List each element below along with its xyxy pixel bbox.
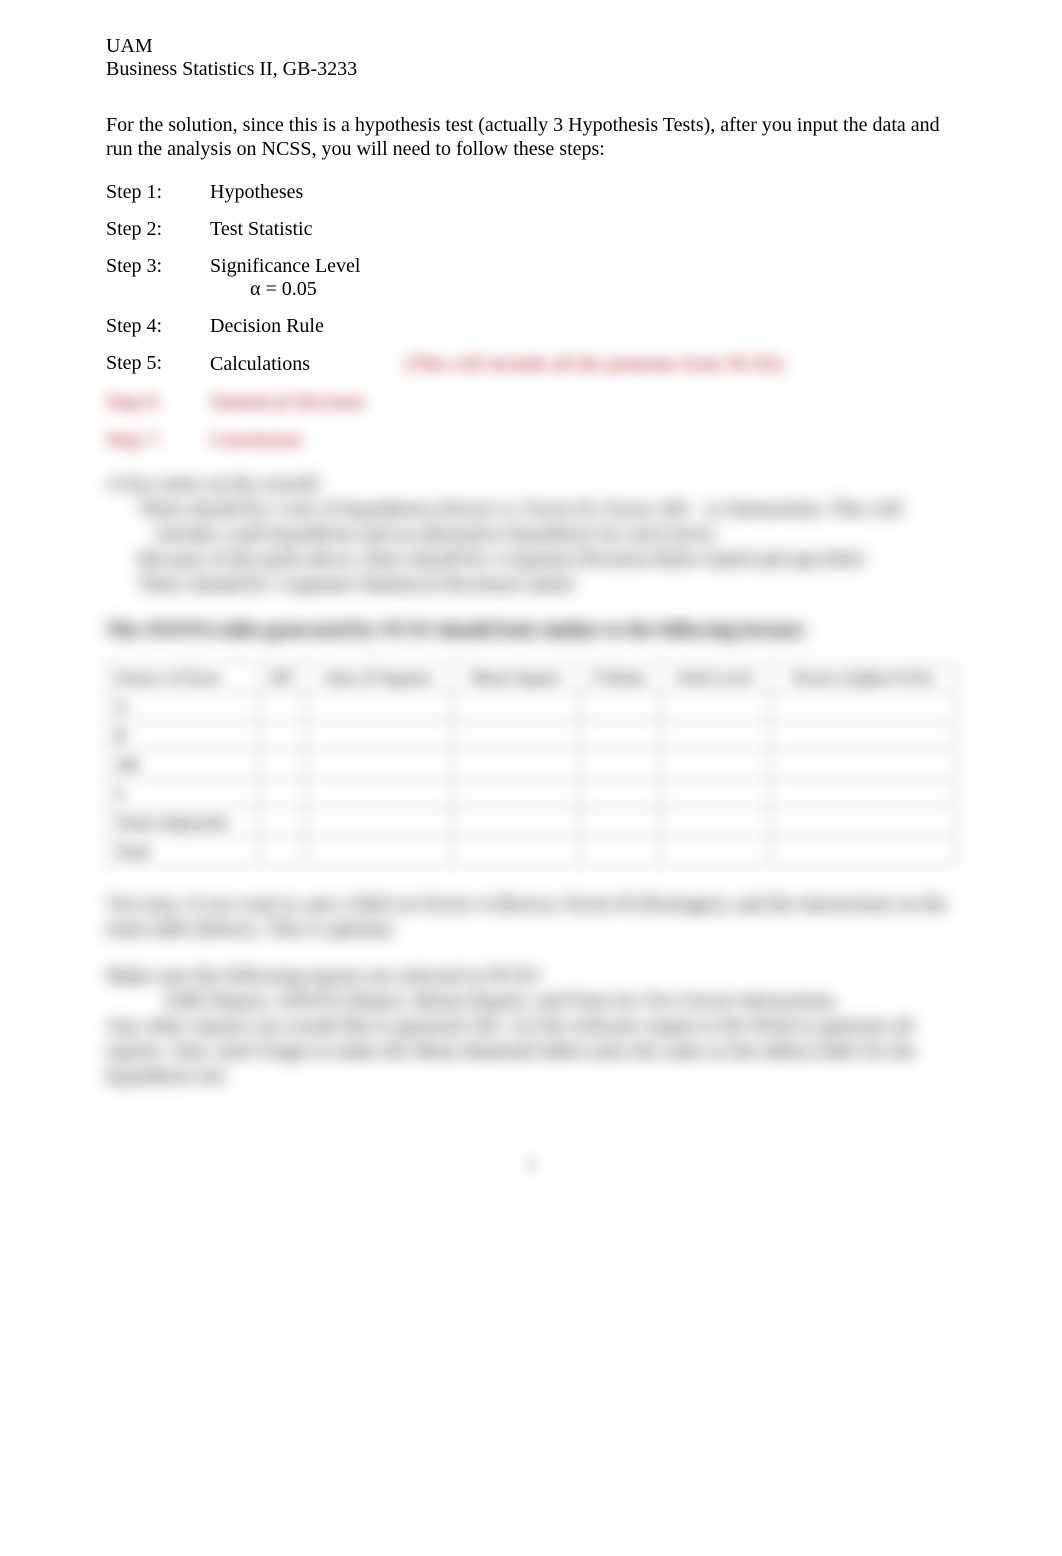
cell — [305, 721, 453, 750]
cell — [259, 750, 305, 779]
notes-title: A few notes on the overall: — [106, 472, 956, 497]
table-row: B — [107, 721, 956, 750]
table-row: A — [107, 692, 956, 721]
col-header: Prob Level — [661, 663, 770, 692]
cell — [770, 692, 956, 721]
cell — [770, 837, 956, 866]
cell — [259, 721, 305, 750]
table-header-row: Source of Error DF Sum of Squares Mean S… — [107, 663, 956, 692]
cell — [452, 750, 579, 779]
cell — [259, 692, 305, 721]
note-item: There should be 3 sets of hypotheses (Fa… — [156, 497, 956, 547]
step-label: Step 6: — [106, 390, 210, 414]
steps-list: Step 1: Hypotheses Step 2: Test Statisti… — [106, 181, 956, 452]
cell — [452, 808, 579, 837]
step-value: Hypotheses — [210, 181, 956, 204]
step-value: Significance Level α = 0.05 — [210, 255, 956, 301]
page-number: 2 — [0, 1153, 1062, 1176]
cell — [579, 808, 661, 837]
institution-name: UAM — [106, 35, 956, 58]
table-row: S — [107, 779, 956, 808]
cell — [305, 779, 453, 808]
step-label: Step 3: — [106, 255, 210, 301]
step-label: Step 2: — [106, 218, 210, 241]
row-label: Total — [107, 837, 259, 866]
table-row: AB — [107, 750, 956, 779]
cell — [661, 692, 770, 721]
cell — [452, 692, 579, 721]
cell — [579, 779, 661, 808]
cell — [770, 808, 956, 837]
step-note: (This will include all the printouts fro… — [405, 352, 783, 376]
cell — [452, 779, 579, 808]
col-header: Power (Alpha=0.05) — [770, 663, 956, 692]
cell — [770, 750, 956, 779]
cell — [452, 837, 579, 866]
cell — [579, 837, 661, 866]
step-value-text: Calculations — [210, 353, 310, 375]
step-label: Step 7: — [106, 428, 210, 452]
followup-block: Make sure the following reports are sele… — [106, 964, 956, 1089]
step-label: Step 5: — [106, 352, 210, 376]
cell — [259, 837, 305, 866]
note-item: There should be 3 separate Statistical D… — [156, 572, 956, 597]
row-label: Total (Adjusted) — [107, 808, 259, 837]
followup-list: EMS Report, ANOVA Report, Means Report, … — [166, 989, 839, 1014]
cell — [452, 721, 579, 750]
followup-tail: Any other reports you would like to gene… — [106, 1015, 916, 1087]
intro-paragraph: For the solution, since this is a hypoth… — [106, 113, 956, 161]
course-name: Business Statistics II, GB-3233 — [106, 58, 956, 81]
followup-paragraph: You may, if you want to, put a label on … — [106, 892, 956, 942]
notes-block: A few notes on the overall: There should… — [106, 472, 956, 597]
row-label: AB — [107, 750, 259, 779]
cell — [305, 808, 453, 837]
note-item: Because of the point above, there should… — [156, 547, 956, 572]
cell — [579, 692, 661, 721]
anova-table: Source of Error DF Sum of Squares Mean S… — [106, 662, 956, 866]
cell — [661, 779, 770, 808]
step-value: Conclusion — [210, 428, 956, 452]
table-row: Total — [107, 837, 956, 866]
cell — [305, 750, 453, 779]
cell — [770, 721, 956, 750]
step-value: Test Statistic — [210, 218, 956, 241]
table-heading: The ANOVA table generated by NCSS should… — [106, 619, 956, 642]
col-header: Source of Error — [107, 663, 259, 692]
step-value: Decision Rule — [210, 315, 956, 338]
table-row: Total (Adjusted) — [107, 808, 956, 837]
step-value: Calculations (This will include all the … — [210, 352, 956, 376]
col-header: Mean Square — [452, 663, 579, 692]
cell — [259, 808, 305, 837]
cell — [305, 837, 453, 866]
step-value-text: Significance Level — [210, 255, 361, 277]
document-header: UAM Business Statistics II, GB-3233 — [106, 35, 956, 81]
step-label: Step 4: — [106, 315, 210, 338]
row-label: B — [107, 721, 259, 750]
cell — [661, 721, 770, 750]
cell — [770, 779, 956, 808]
step-value: Statistical Decision — [210, 390, 956, 414]
cell — [579, 721, 661, 750]
cell — [579, 750, 661, 779]
followup-lead: Make sure the following reports are sele… — [106, 965, 543, 987]
step-label: Step 1: — [106, 181, 210, 204]
cell — [259, 779, 305, 808]
row-label: A — [107, 692, 259, 721]
cell — [661, 750, 770, 779]
cell — [661, 808, 770, 837]
col-header: F-Ratio — [579, 663, 661, 692]
step-sub-text: α = 0.05 — [250, 278, 956, 301]
col-header: Sum of Squares — [305, 663, 453, 692]
cell — [661, 837, 770, 866]
row-label: S — [107, 779, 259, 808]
col-header: DF — [259, 663, 305, 692]
cell — [305, 692, 453, 721]
